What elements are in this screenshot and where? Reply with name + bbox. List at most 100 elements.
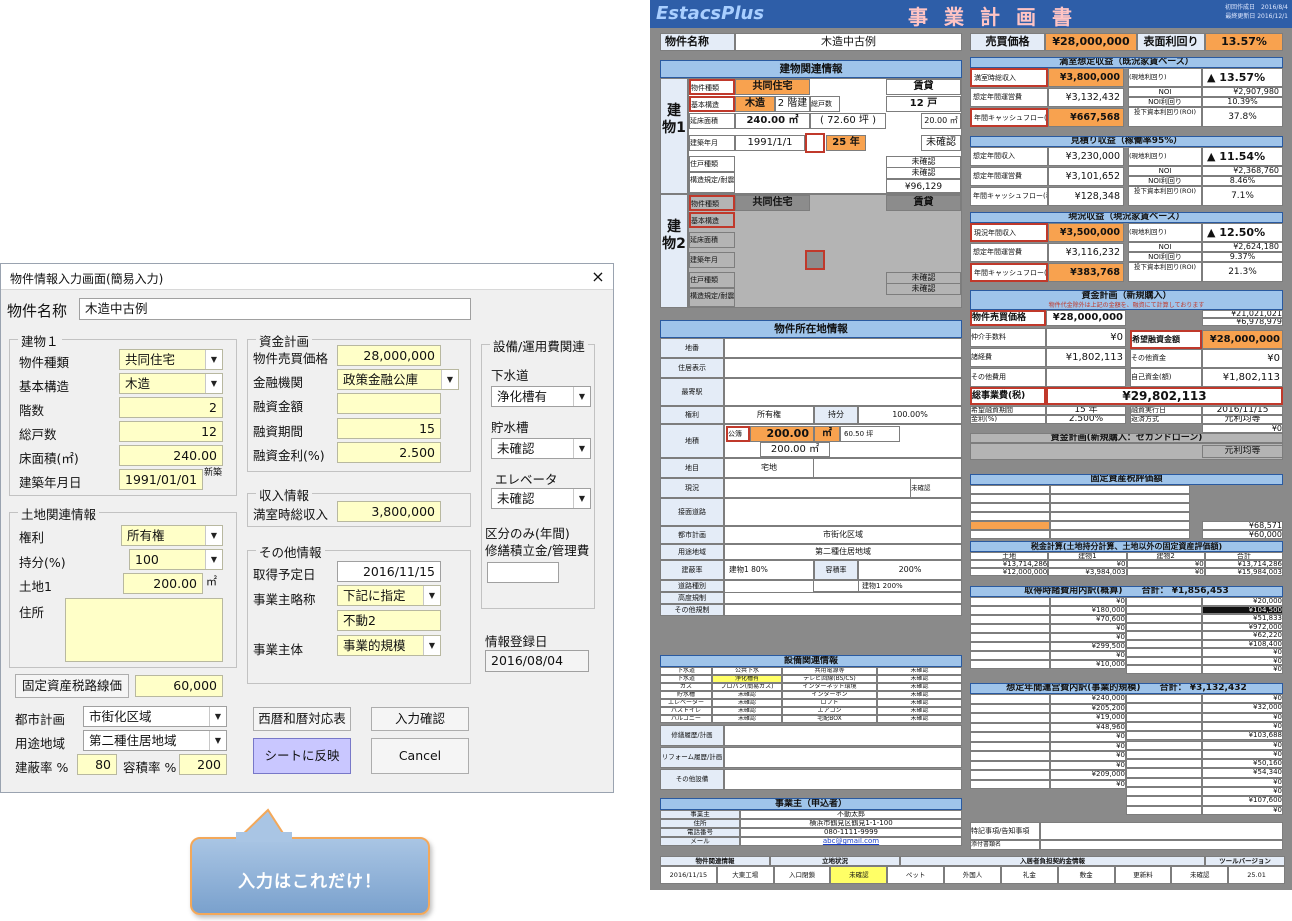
chevron-down-icon[interactable]: ▼ — [573, 387, 590, 406]
chevron-down-icon[interactable]: ▼ — [205, 550, 222, 569]
zoning-label: 用途地域 — [15, 736, 66, 751]
sewer-select[interactable]: 浄化槽有 ▼ — [491, 386, 591, 407]
run-l-5: ¥0 — [1050, 741, 1126, 751]
elevator-select[interactable]: 未確認 ▼ — [491, 488, 591, 509]
chevron-down-icon[interactable]: ▼ — [205, 350, 222, 369]
owner-abbr-select[interactable]: 下記に指定 ▼ — [337, 585, 441, 606]
loan-meta-7: 元利均等 — [1202, 415, 1283, 424]
far-input[interactable]: 200 — [179, 754, 227, 775]
tax-value-input[interactable]: 60,000 — [135, 675, 223, 697]
chevron-down-icon[interactable]: ▼ — [205, 526, 222, 545]
fund-misc-label-1: 諸経費 — [970, 348, 1046, 367]
bank-select[interactable]: 政策金融公庫 ▼ — [337, 369, 459, 390]
close-icon[interactable]: × — [587, 266, 609, 288]
loan-meta-8: ¥0 — [1202, 424, 1283, 433]
bldg-type-select[interactable]: 共同住宅 ▼ — [119, 349, 223, 370]
built-date-input[interactable]: 1991/01/01 — [119, 469, 203, 490]
b1-struct-label: 基本構造 — [689, 96, 735, 112]
acq-l-0: ¥0 — [1050, 597, 1126, 606]
floor-area-input[interactable]: 240.00 — [119, 445, 223, 466]
loan-term-input[interactable]: 15 — [337, 418, 441, 439]
full-r5: 10.39% — [1202, 97, 1283, 107]
loc-area2: 200.00 ㎡ — [760, 442, 830, 457]
share-select[interactable]: 100 ▼ — [129, 549, 223, 570]
floors-input[interactable]: 2 — [119, 397, 223, 418]
run-l-2: ¥19,000 — [1050, 713, 1126, 723]
b2-type: 共同住宅 — [735, 195, 810, 211]
chevron-down-icon[interactable]: ▼ — [209, 707, 226, 726]
owner-abbr2-input[interactable]: 不動2 — [337, 610, 441, 631]
eq-cell-6-1: 未確認 — [712, 715, 782, 723]
owner-label: 事業主体 — [253, 642, 304, 657]
loc-share-label: 持分 — [814, 406, 858, 424]
note-value — [1040, 822, 1283, 840]
loc-cov: 建物1 80% — [724, 560, 814, 580]
acq-l-7: ¥10,000 — [1050, 660, 1126, 669]
zoning-select[interactable]: 第二種住居地域 ▼ — [83, 730, 227, 751]
units-input[interactable]: 12 — [119, 421, 223, 442]
acq-r-label-2 — [1126, 614, 1202, 623]
tax2-r1-1: ¥0 — [1048, 560, 1127, 568]
apply-to-sheet-button[interactable]: シートに反映 — [253, 738, 351, 774]
cancel-button[interactable]: Cancel — [371, 738, 469, 774]
bldg-struct-select[interactable]: 木造 ▼ — [119, 373, 223, 394]
acq-r-3: ¥972,000 — [1202, 622, 1283, 631]
chevron-down-icon[interactable]: ▼ — [209, 731, 226, 750]
tax-row-0 — [970, 485, 1050, 494]
fund-misc-value-1: ¥1,802,113 — [1046, 348, 1126, 367]
land1-label: 土地1 — [19, 579, 52, 594]
chevron-down-icon[interactable]: ▼ — [423, 586, 440, 605]
input-confirm-button[interactable]: 入力確認 — [371, 707, 469, 731]
tax-mid-2 — [1050, 503, 1190, 512]
eq-cell-1-2: テレビ回線(BS/CS) — [782, 675, 877, 683]
run-r-4: ¥103,688 — [1202, 731, 1283, 741]
occ-r7: 7.1% — [1202, 186, 1283, 206]
tank-select[interactable]: 未確認 ▼ — [491, 438, 591, 459]
loan-meta-2: 金利(%) — [970, 415, 1046, 424]
tax-route-price-button[interactable]: 固定資産税路線価 — [15, 674, 129, 698]
tax2-r1-3: ¥13,714,286 — [1204, 560, 1283, 568]
acq-l-label-6 — [970, 651, 1050, 660]
foot-val-8: 更新料 — [1114, 866, 1172, 884]
acq-l-label-3 — [970, 624, 1050, 633]
loc-far-label: 容積率 — [814, 560, 858, 580]
tax2-r2-0: ¥12,000,000 — [970, 568, 1049, 576]
owner-select[interactable]: 事業的規模 ▼ — [337, 635, 441, 656]
run-r-label-12 — [1126, 805, 1202, 815]
cur-r7: 21.3% — [1202, 262, 1283, 282]
run-r-5: ¥0 — [1202, 740, 1283, 750]
address-input[interactable] — [65, 598, 223, 662]
chevron-down-icon[interactable]: ▼ — [573, 489, 590, 508]
full-income-input[interactable]: 3,800,000 — [337, 501, 441, 522]
run-r-2: ¥0 — [1202, 712, 1283, 722]
acq-l-label-4 — [970, 633, 1050, 642]
sale-price-input[interactable]: 28,000,000 — [337, 345, 441, 366]
era-table-button[interactable]: 西暦和暦対応表 — [253, 707, 351, 731]
occ-r5: 8.46% — [1202, 176, 1283, 186]
occ-value-2: ¥128,348 — [1048, 187, 1124, 206]
loc-label-7: 接面道路 — [660, 498, 724, 526]
property-name-input[interactable]: 木造中古例 — [79, 298, 471, 320]
run-r-1: ¥32,000 — [1202, 703, 1283, 713]
chevron-down-icon[interactable]: ▼ — [205, 374, 222, 393]
interest-input[interactable]: 2.500 — [337, 442, 441, 463]
tax-row-5 — [970, 530, 1050, 539]
chevron-down-icon[interactable]: ▼ — [423, 636, 440, 655]
loan-amount-input[interactable] — [337, 393, 441, 414]
city-plan-select[interactable]: 市街化区域 ▼ — [83, 706, 227, 727]
repair-input[interactable] — [487, 562, 559, 583]
chevron-down-icon[interactable]: ▼ — [441, 370, 458, 389]
occ-r0: (現地利回り) — [1128, 147, 1202, 166]
fund-right-1: ¥6,978,979 — [1202, 318, 1283, 326]
rights-select[interactable]: 所有権 ▼ — [121, 525, 223, 546]
coverage-input[interactable]: 80 — [77, 754, 117, 775]
land1-input[interactable]: 200.00 — [123, 573, 203, 594]
occ-r1: ▲ 11.54% — [1202, 147, 1283, 166]
foot-val-9: 未確認 — [1171, 866, 1229, 884]
fund2-val: 元利均等 — [1202, 445, 1283, 458]
chevron-down-icon[interactable]: ▼ — [573, 439, 590, 458]
acq-r-label-5 — [1126, 639, 1202, 648]
full-value-1: ¥3,132,432 — [1048, 88, 1124, 107]
b2-label-4: 住戸種類 — [689, 272, 735, 288]
acq-date-input[interactable]: 2016/11/15 — [337, 561, 441, 582]
